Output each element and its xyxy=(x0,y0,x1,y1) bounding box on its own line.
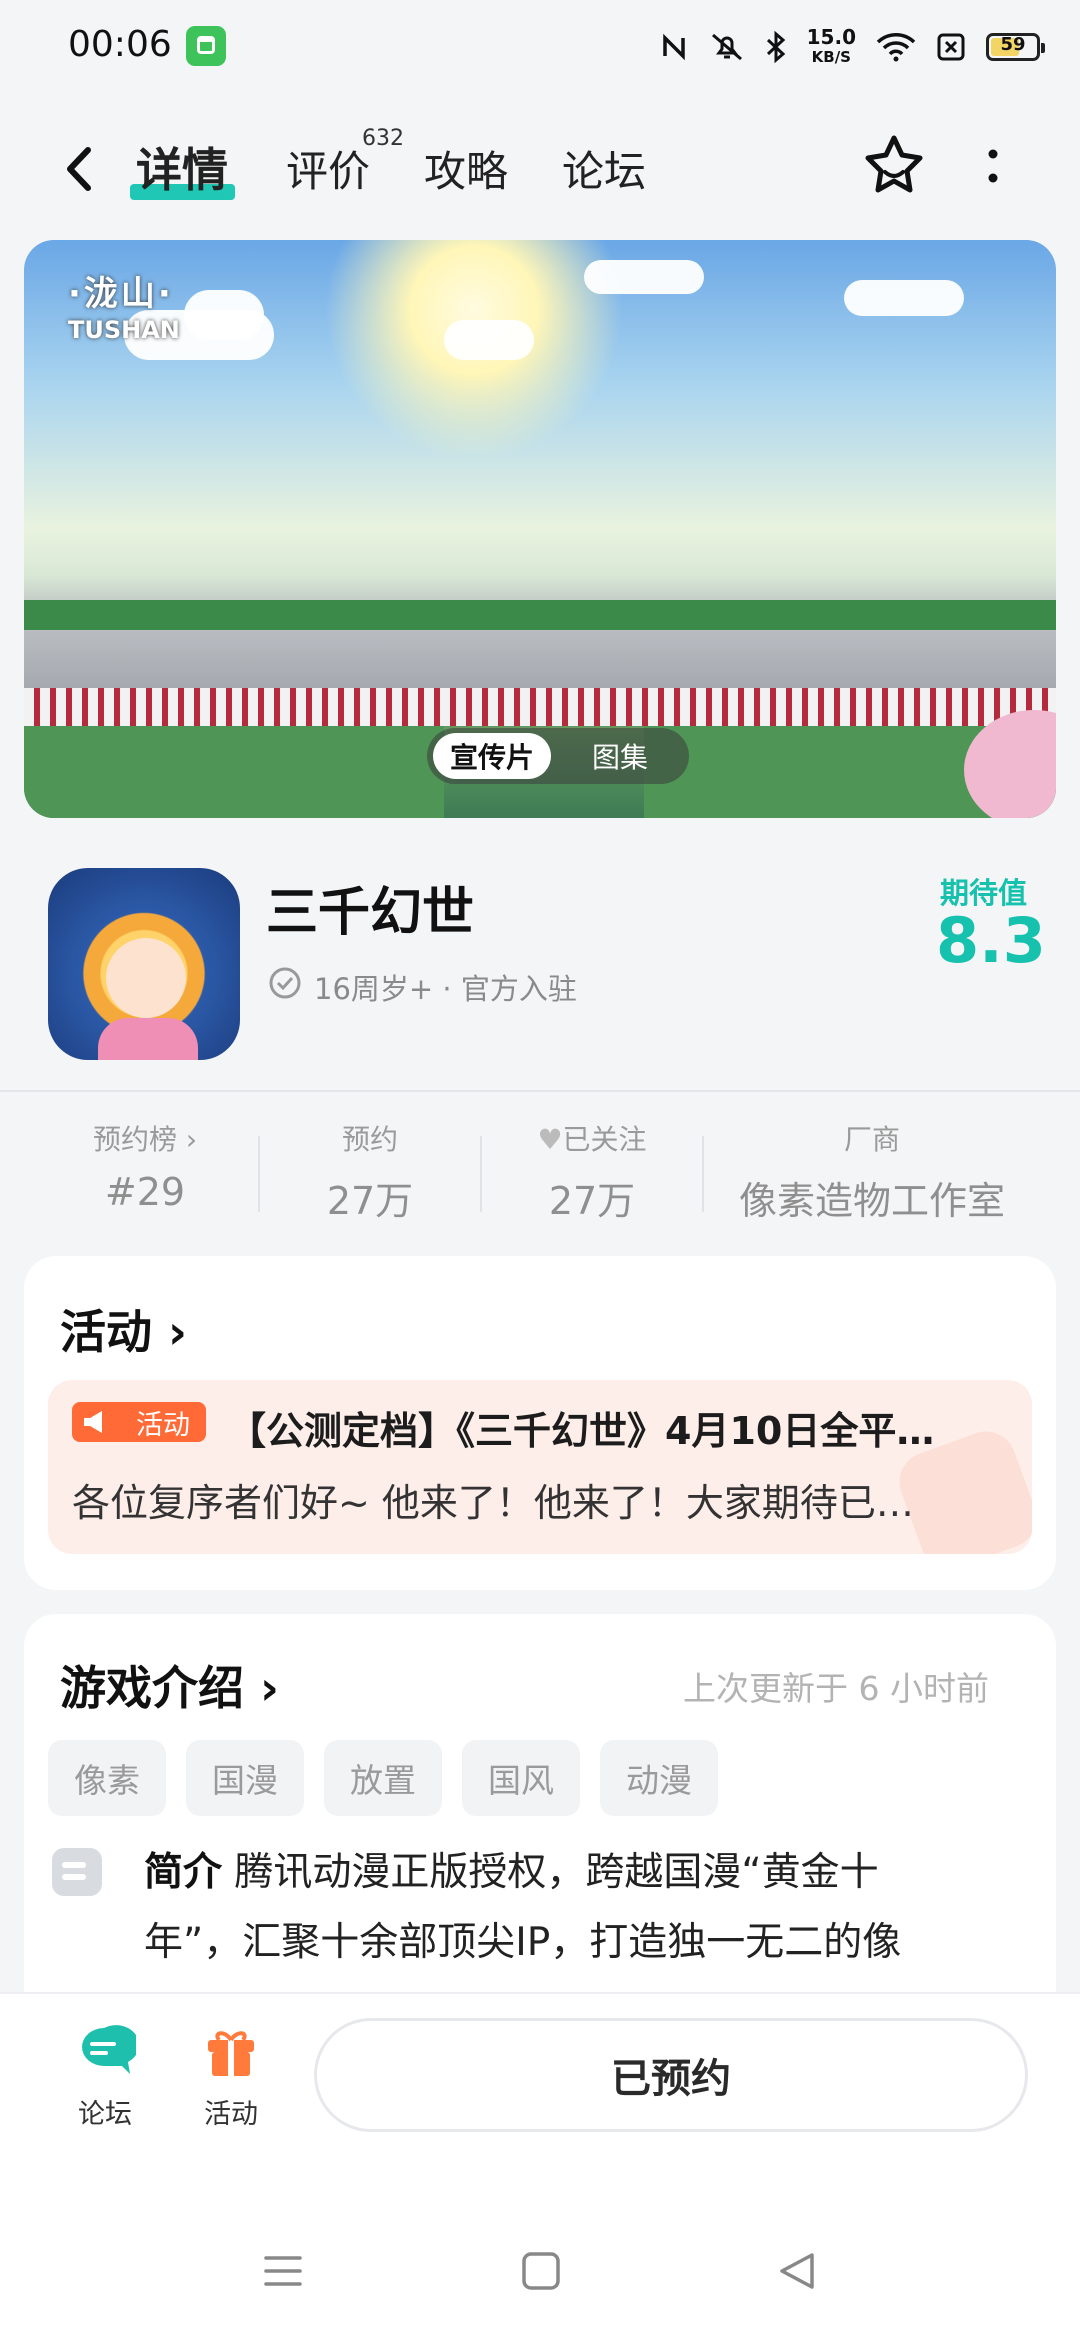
activity-button[interactable]: 活动 xyxy=(176,2022,286,2131)
mute-icon xyxy=(711,33,742,61)
back-nav-icon[interactable] xyxy=(776,2250,818,2292)
expect-score: 8.3 xyxy=(936,904,1046,977)
app-title: 三千幻世 xyxy=(266,883,475,943)
media-segment-control: 宣传片 图集 xyxy=(427,728,689,784)
tab-details[interactable]: 详情 xyxy=(136,134,228,200)
age-rating: 16周岁+ xyxy=(314,972,434,1006)
forum-chat-icon xyxy=(82,2025,140,2074)
game-logo-subtitle: TUSHAN xyxy=(68,316,180,344)
megaphone-icon xyxy=(84,1411,102,1433)
stat-reservations: 预约 27万 xyxy=(326,1123,414,1223)
segment-trailer[interactable]: 宣传片 xyxy=(433,733,551,779)
more-options-icon[interactable] xyxy=(978,142,1008,192)
activity-item-title: 【公测定档】《三千幻世》4月10日全平… xyxy=(228,1409,935,1453)
app-meta: 16周岁+ · 官方入驻 xyxy=(314,972,577,1006)
tab-guides[interactable]: 攻略 xyxy=(424,138,508,199)
tab-forum[interactable]: 论坛 xyxy=(562,138,646,199)
reviews-count-badge: 632 xyxy=(362,126,404,151)
stat-ranking[interactable]: 预约榜 › #29 xyxy=(30,1118,260,1214)
home-nav-icon[interactable] xyxy=(520,2250,562,2292)
update-note: 上次更新于 6 小时前 xyxy=(683,1669,989,1708)
activity-section-title[interactable]: 活动 › xyxy=(60,1296,187,1362)
intro-doc-icon xyxy=(52,1848,102,1896)
network-speed: 15.0 KB/S xyxy=(806,25,856,66)
status-time: 00:06 xyxy=(68,24,172,65)
promo-banner[interactable]: ·泷山· TUSHAN 宣传片 图集 xyxy=(24,240,1056,818)
game-logo: ·泷山· xyxy=(68,274,174,314)
status-bar: 00:06 15.0 KB/S 59 xyxy=(0,0,1080,95)
stat-developer[interactable]: 厂商 像素造物工作室 xyxy=(704,1118,1040,1225)
chevron-right-icon: › xyxy=(168,1305,187,1359)
segment-gallery[interactable]: 图集 xyxy=(551,736,689,776)
stat-followers: ♥已关注 27万 xyxy=(537,1123,647,1223)
tag-anime[interactable]: 动漫 xyxy=(600,1740,718,1816)
tag-pixel[interactable]: 像素 xyxy=(48,1740,166,1816)
sim-off-icon xyxy=(937,33,965,61)
wifi-icon xyxy=(876,33,916,62)
nfc-icon xyxy=(662,33,685,61)
bluetooth-icon xyxy=(766,31,785,63)
activity-badge: 活动 xyxy=(72,1402,206,1442)
status-icons: 15.0 KB/S 59 xyxy=(659,24,1045,70)
intro-section-title[interactable]: 游戏介绍 › xyxy=(60,1652,279,1718)
tab-reviews[interactable]: 评价 xyxy=(286,138,370,199)
tag-guoman[interactable]: 国漫 xyxy=(186,1740,304,1816)
chevron-right-icon: › xyxy=(185,1123,198,1156)
intro-text[interactable]: 简介 腾讯动漫正版授权，跨越国漫“黄金十年”，汇聚十余部顶尖IP，打造独一无二的… xyxy=(144,1838,964,1978)
chevron-right-icon: › xyxy=(260,1661,279,1715)
reserved-button[interactable]: 已预约 xyxy=(314,2018,1028,2132)
gift-icon xyxy=(208,2031,254,2076)
battery-icon: 59 xyxy=(986,33,1045,61)
divider xyxy=(0,1090,1080,1092)
tag-chinese-style[interactable]: 国风 xyxy=(462,1740,580,1816)
official-label: 官方入驻 xyxy=(460,972,577,1006)
notification-app-icon xyxy=(186,26,226,66)
forum-button[interactable]: 论坛 xyxy=(50,2022,160,2131)
heart-check-icon: ♥ xyxy=(537,1123,563,1156)
app-icon xyxy=(48,868,240,1060)
back-button[interactable] xyxy=(52,134,112,204)
verified-check-icon xyxy=(269,967,301,999)
activity-item[interactable]: 活动 【公测定档】《三千幻世》4月10日全平… 各位复序者们好~ 他来了！他来了… xyxy=(48,1380,1032,1554)
tag-idle[interactable]: 放置 xyxy=(324,1740,442,1816)
favorite-star-icon[interactable] xyxy=(860,132,928,200)
menu-nav-icon[interactable] xyxy=(262,2250,304,2292)
activity-item-body: 各位复序者们好~ 他来了！他来了！大家期待已… xyxy=(72,1481,914,1525)
